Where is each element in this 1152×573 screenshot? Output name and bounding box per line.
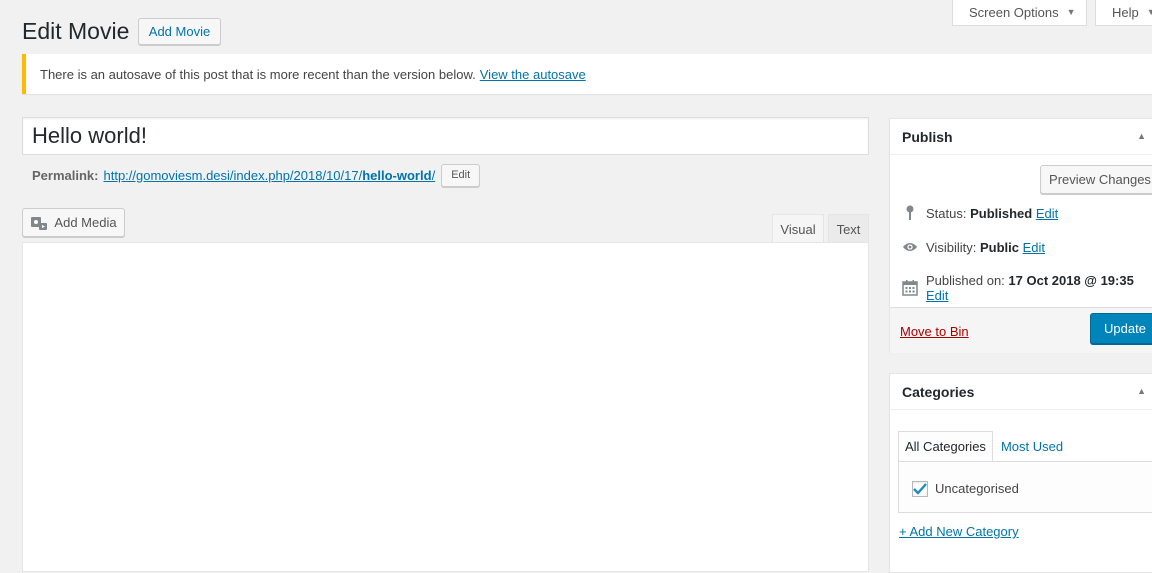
add-media-label: Add Media bbox=[54, 215, 117, 230]
tab-most-used[interactable]: Most Used bbox=[993, 431, 1069, 462]
permalink-base: http://gomoviesm.desi/index.php/2018/10/… bbox=[103, 167, 363, 183]
collapse-toggle-icon[interactable]: ▲ bbox=[1137, 386, 1146, 396]
visibility-value: Public bbox=[979, 239, 1019, 255]
move-to-bin-link[interactable]: Move to Bin bbox=[900, 324, 969, 339]
categories-heading-label: Categories bbox=[902, 383, 975, 400]
caret-down-icon: ▼ bbox=[1066, 7, 1076, 17]
status-row: Status: Published Edit bbox=[902, 205, 1058, 221]
tab-text[interactable]: Text bbox=[828, 214, 869, 243]
update-button[interactable]: Update bbox=[1090, 313, 1152, 344]
category-checkbox[interactable] bbox=[912, 481, 928, 497]
permalink-slug: hello-world bbox=[362, 167, 432, 183]
publish-heading: Publish ▲ bbox=[890, 119, 1152, 155]
publish-actions: Move to Bin Update bbox=[890, 307, 1152, 353]
tab-visual[interactable]: Visual bbox=[772, 214, 824, 243]
page-title: Edit Movie bbox=[22, 18, 130, 44]
publish-heading-label: Publish bbox=[902, 128, 953, 145]
pin-icon bbox=[902, 205, 918, 221]
status-label: Status: bbox=[926, 205, 967, 221]
tab-all-categories[interactable]: All Categories bbox=[898, 431, 993, 462]
categories-heading: Categories ▲ bbox=[890, 374, 1152, 410]
preview-changes-button[interactable]: Preview Changes bbox=[1040, 165, 1152, 194]
autosave-notice: There is an autosave of this post that i… bbox=[22, 54, 1152, 94]
category-list: Uncategorised bbox=[898, 461, 1152, 513]
checkmark-icon bbox=[913, 483, 927, 495]
category-tabs: All Categories Most Used bbox=[898, 431, 1069, 462]
notice-text: There is an autosave of this post that i… bbox=[40, 66, 476, 82]
visibility-row: Visibility: Public Edit bbox=[902, 239, 1045, 255]
media-icon bbox=[30, 215, 48, 231]
publish-box: Publish ▲ Preview Changes Status: Publis… bbox=[889, 118, 1152, 353]
view-autosave-link[interactable]: View the autosave bbox=[480, 67, 586, 82]
eye-icon bbox=[902, 239, 918, 255]
caret-down-icon: ▼ bbox=[1146, 7, 1152, 17]
published-edit-link[interactable]: Edit bbox=[926, 288, 948, 303]
permalink: Permalink: http://gomoviesm.desi/index.p… bbox=[32, 163, 481, 187]
help-button[interactable]: Help ▼ bbox=[1095, 0, 1152, 26]
add-new-category-link[interactable]: + Add New Category bbox=[899, 524, 1019, 539]
visibility-edit-link[interactable]: Edit bbox=[1023, 240, 1045, 255]
permalink-end: / bbox=[431, 167, 436, 183]
permalink-edit-button[interactable]: Edit bbox=[441, 163, 481, 187]
add-movie-button[interactable]: Add Movie bbox=[138, 18, 221, 45]
permalink-url[interactable]: http://gomoviesm.desi/index.php/2018/10/… bbox=[103, 168, 435, 183]
calendar-icon bbox=[902, 280, 918, 296]
status-value: Published bbox=[970, 205, 1033, 221]
categories-box: Categories ▲ All Categories Most Used Un… bbox=[889, 373, 1152, 573]
screen-options-button[interactable]: Screen Options ▼ bbox=[952, 0, 1087, 26]
published-value: 17 Oct 2018 @ 19:35 bbox=[1008, 273, 1134, 288]
category-label: Uncategorised bbox=[935, 481, 1019, 496]
status-edit-link[interactable]: Edit bbox=[1036, 206, 1058, 221]
add-media-button[interactable]: Add Media bbox=[22, 208, 125, 237]
post-title-input[interactable]: Hello world! bbox=[22, 117, 869, 155]
collapse-toggle-icon[interactable]: ▲ bbox=[1137, 131, 1146, 141]
permalink-label: Permalink: bbox=[32, 167, 99, 183]
content-editor[interactable] bbox=[22, 242, 869, 572]
published-label: Published on: bbox=[926, 273, 1005, 288]
screen-options-label: Screen Options bbox=[969, 4, 1059, 20]
published-on-row: Published on: 17 Oct 2018 @ 19:35 Edit bbox=[902, 273, 1152, 303]
help-label: Help bbox=[1112, 4, 1139, 20]
visibility-label: Visibility: bbox=[926, 239, 977, 255]
